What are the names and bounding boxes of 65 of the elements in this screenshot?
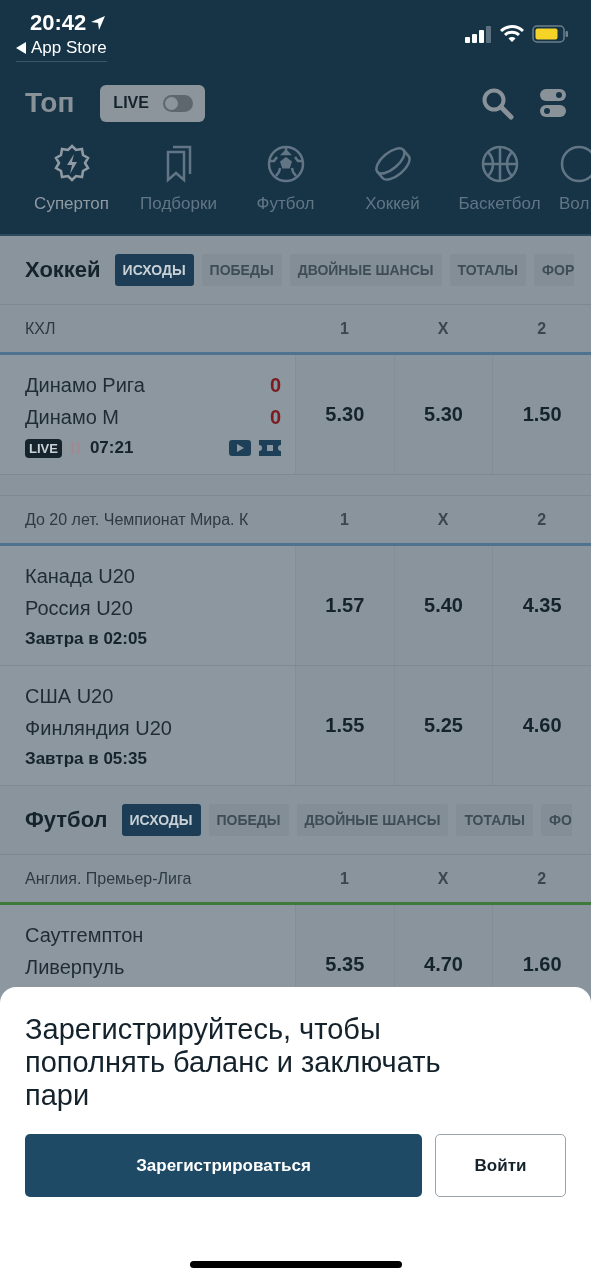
market-tab[interactable]: ФОР [534, 254, 575, 286]
league-name: До 20 лет. Чемпионат Мира. К [24, 510, 250, 529]
column-header: 2 [536, 319, 548, 338]
toggle-switch[interactable] [162, 94, 193, 112]
team-name: Саутгемптон [25, 923, 144, 947]
sport-tab[interactable]: Хоккей [339, 136, 446, 215]
back-arrow-icon[interactable] [16, 42, 26, 54]
puck-icon[interactable] [372, 144, 413, 184]
sport-tab[interactable]: Вол [553, 136, 591, 215]
league-name: Англия. Премьер-Лига [24, 869, 193, 888]
market-tab[interactable]: ИСХОДЫ [114, 254, 194, 286]
market-tab[interactable]: ТОТАЛЫ [449, 254, 527, 286]
team-name: Динамо Рига [25, 373, 145, 397]
column-header: 1 [338, 510, 350, 529]
start-time: Завтра в 05:35 [25, 749, 147, 769]
score: 0 [269, 373, 281, 397]
team-name: Ливерпуль [25, 955, 125, 979]
column-header: 2 [536, 510, 548, 529]
settings-icon[interactable] [540, 88, 566, 118]
login-button[interactable]: Войти [435, 1134, 566, 1197]
sport-tab[interactable]: Супертоп [18, 136, 125, 215]
sport-tab[interactable]: Футбол [232, 136, 339, 215]
live-toggle[interactable]: LIVE [100, 84, 205, 122]
sport-tab[interactable]: Баскетбол [446, 136, 553, 215]
market-tab[interactable]: ФО [541, 804, 572, 836]
soccer-ball-icon[interactable] [265, 144, 306, 184]
battery-icon [532, 25, 569, 43]
section-title: Хоккей [25, 257, 101, 283]
section-title: Футбол [25, 807, 108, 833]
market-tab[interactable]: ДВОЙНЫЕ ШАНСЫ [296, 804, 449, 836]
column-header: X [436, 319, 450, 338]
ticket-icon[interactable] [259, 440, 281, 456]
column-header: 1 [338, 869, 350, 888]
market-tab[interactable]: ПОБЕДЫ [208, 804, 289, 836]
wifi-icon [500, 25, 524, 43]
market-tab[interactable]: ДВОЙНЫЕ ШАНСЫ [289, 254, 442, 286]
clock-time: 20:42 [30, 10, 87, 36]
pause-icon [69, 441, 82, 455]
basketball-icon[interactable] [479, 144, 520, 184]
column-header: X [436, 510, 450, 529]
signal-icon [465, 25, 492, 43]
match-clock: 07:21 [89, 438, 134, 458]
page-title: Топ [25, 87, 75, 119]
back-link[interactable]: App Store [16, 38, 107, 62]
score: 0 [269, 405, 281, 429]
column-header: X [436, 869, 450, 888]
market-tab[interactable]: ПОБЕДЫ [201, 254, 282, 286]
search-icon[interactable] [481, 86, 514, 120]
team-name: США U20 [25, 684, 114, 708]
column-header: 2 [536, 869, 548, 888]
league-name: КХЛ [24, 319, 57, 338]
start-time: Завтра в 02:05 [25, 629, 147, 649]
market-tab[interactable]: ТОТАЛЫ [456, 804, 533, 836]
team-name: Россия U20 [25, 596, 133, 620]
register-button[interactable]: Зарегистрироваться [25, 1134, 422, 1197]
sport-tab[interactable]: Подборки [125, 136, 232, 215]
video-icon[interactable] [229, 440, 251, 456]
team-name: Финляндия U20 [25, 716, 172, 740]
team-name: Динамо М [25, 405, 119, 429]
live-badge: LIVE [25, 438, 62, 458]
column-header: 1 [338, 319, 350, 338]
team-name: Канада U20 [25, 564, 135, 588]
market-tab[interactable]: ИСХОДЫ [121, 804, 201, 836]
lightning-badge-icon[interactable] [51, 144, 92, 184]
location-arrow-icon [90, 15, 107, 31]
